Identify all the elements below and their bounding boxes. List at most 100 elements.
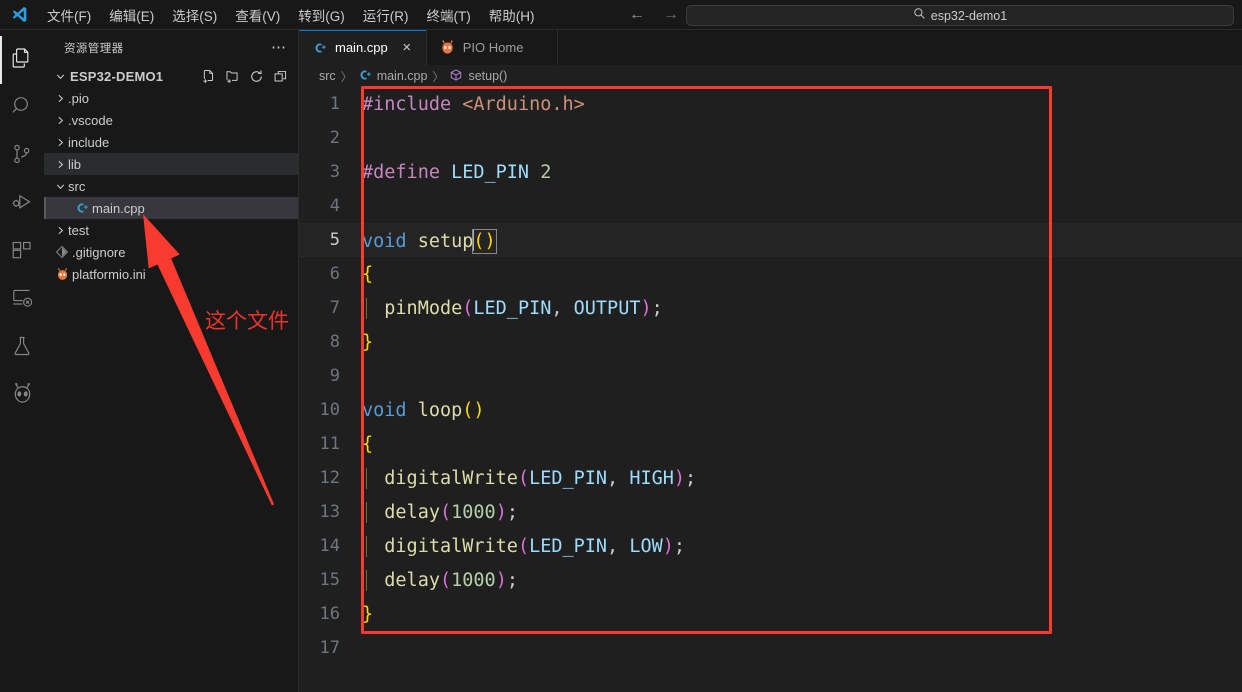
tree-item-pio[interactable]: .pio [44, 87, 298, 109]
code-token: 2 [540, 161, 552, 183]
new-folder-button[interactable] [225, 69, 240, 84]
code-line[interactable]: 1 #include <Arduino.h> [299, 87, 1242, 121]
tree-item-vscode[interactable]: .vscode [44, 109, 298, 131]
code-token: ; [506, 501, 518, 523]
line-number: 10 [319, 400, 340, 420]
code-token: ) [495, 569, 507, 591]
code-token: 1000 [451, 569, 496, 591]
code-token: loop [417, 399, 463, 421]
breadcrumb: src 〉 main.cpp 〉 setup() [299, 65, 1242, 87]
code-token: ; [651, 297, 663, 319]
line-number: 13 [319, 502, 340, 522]
activity-extensions[interactable] [0, 228, 44, 276]
activity-explorer[interactable] [0, 36, 44, 84]
cpp-file-icon [311, 41, 329, 55]
code-line[interactable]: 12 digitalWrite(LED_PIN, HIGH); [299, 461, 1242, 495]
tree-item-lib[interactable]: lib [44, 153, 298, 175]
breadcrumb-src[interactable]: src [319, 69, 336, 83]
activity-run-debug[interactable] [0, 180, 44, 228]
activity-testing[interactable] [0, 324, 44, 372]
activity-remote-explorer[interactable] [0, 276, 44, 324]
code-token: setup [417, 230, 474, 252]
line-number: 11 [319, 434, 340, 454]
code-line[interactable]: 9 [299, 359, 1242, 393]
code-token: HIGH [629, 467, 674, 489]
menu-file[interactable]: 文件(F) [38, 4, 100, 26]
code-line[interactable]: 6{ [299, 257, 1242, 291]
activity-bar [0, 30, 44, 692]
code-token: ( [517, 467, 530, 489]
code-line[interactable]: 16} [299, 597, 1242, 631]
code-token: { [362, 263, 374, 285]
breadcrumb-setup[interactable]: setup() [449, 68, 507, 85]
tree-item-test[interactable]: test [44, 219, 298, 241]
chevron-right-icon [52, 136, 68, 149]
explorer-more-actions-button[interactable]: ⋯ [265, 40, 292, 55]
code-line[interactable]: 14 digitalWrite(LED_PIN, LOW); [299, 529, 1242, 563]
breadcrumb-src-label: src [319, 69, 336, 83]
menu-help[interactable]: 帮助(H) [480, 4, 544, 26]
menu-view[interactable]: 查看(V) [226, 4, 289, 26]
code-line[interactable]: 5 void setup() [299, 223, 1242, 257]
line-number: 15 [319, 570, 340, 590]
code-line[interactable]: 4 [299, 189, 1242, 223]
code-token: LED_PIN [529, 467, 608, 489]
extensions-icon [10, 238, 34, 267]
line-number: 4 [329, 196, 340, 216]
line-number: 9 [329, 366, 340, 386]
tree-item-label: test [68, 222, 89, 238]
tree-item-main-cpp[interactable]: main.cpp [44, 197, 298, 219]
activity-platformio[interactable] [0, 372, 44, 420]
menu-edit[interactable]: 编辑(E) [100, 4, 163, 26]
code-line-text: void loop() [362, 400, 485, 421]
tree-item-gitignore[interactable]: .gitignore [44, 241, 298, 263]
platformio-ini-icon [52, 267, 72, 282]
navigate-forward-button[interactable]: → [660, 6, 682, 24]
breadcrumb-separator-icon: 〉 [340, 69, 353, 84]
tree-item-include[interactable]: include [44, 131, 298, 153]
code-line-text: delay(1000); [362, 569, 518, 591]
tree-item-label: lib [68, 156, 82, 172]
code-line[interactable]: 17 [299, 631, 1242, 665]
new-file-button[interactable] [201, 69, 216, 84]
code-line-text: { [362, 264, 373, 285]
collapse-all-icon[interactable] [273, 69, 288, 84]
editor-tab-pio-home[interactable]: PIO Home [426, 30, 559, 65]
explorer-root-folder[interactable]: ESP32-DEMO1 [44, 65, 298, 87]
tree-item-src[interactable]: src [44, 175, 298, 197]
code-line[interactable]: 3 #define LED_PIN 2 [299, 155, 1242, 189]
platformio-alien-icon [439, 39, 457, 56]
activity-search[interactable] [0, 84, 44, 132]
code-token: 1000 [451, 501, 496, 523]
refresh-explorer-button[interactable] [249, 69, 264, 84]
navigate-back-button[interactable]: ← [626, 6, 648, 24]
breadcrumb-main-cpp[interactable]: main.cpp [358, 68, 427, 85]
indent-guide [366, 297, 367, 319]
activity-source-control[interactable] [0, 132, 44, 180]
symbol-method-icon [449, 68, 463, 85]
menu-run[interactable]: 运行(R) [354, 4, 418, 26]
menu-go[interactable]: 转到(G) [289, 4, 354, 26]
code-line[interactable]: 7 pinMode(LED_PIN, OUTPUT); [299, 291, 1242, 325]
code-token: pinMode [384, 297, 463, 319]
code-token: ; [673, 535, 686, 557]
menu-selection[interactable]: 选择(S) [163, 4, 226, 26]
code-line[interactable]: 2 [299, 121, 1242, 155]
command-center-search[interactable]: esp32-demo1 [686, 5, 1234, 26]
source-control-icon [10, 142, 34, 171]
code-token: digitalWrite [384, 535, 518, 557]
editor-tab-main-cpp[interactable]: main.cpp × [299, 30, 427, 65]
cpp-file-icon [358, 68, 372, 85]
code-token: #define [362, 161, 452, 183]
code-line[interactable]: 13 delay(1000); [299, 495, 1242, 529]
tree-item-platformio-ini[interactable]: platformio.ini [44, 263, 298, 285]
close-icon[interactable]: × [398, 39, 416, 57]
code-line[interactable]: 8} [299, 325, 1242, 359]
menu-terminal[interactable]: 终端(T) [418, 4, 480, 26]
code-line[interactable]: 11 { [299, 427, 1242, 461]
code-line[interactable]: 15 delay(1000); [299, 563, 1242, 597]
code-editor[interactable]: 1 #include <Arduino.h> 2 3 #define LED_PIN 2… [299, 87, 1242, 692]
code-line[interactable]: 10 void loop() [299, 393, 1242, 427]
code-token: <Arduino.h> [462, 93, 585, 115]
code-token: LOW [629, 535, 663, 557]
